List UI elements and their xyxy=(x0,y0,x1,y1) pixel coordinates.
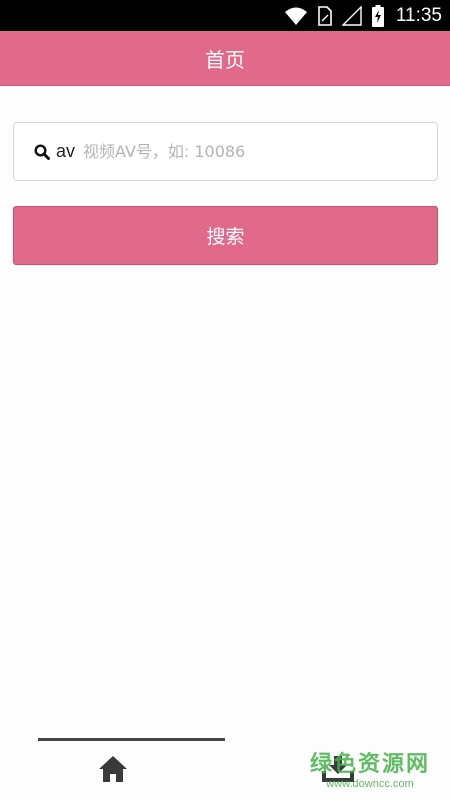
sim-card-icon xyxy=(318,5,332,26)
wifi-icon xyxy=(284,6,308,26)
page-title: 首页 xyxy=(205,47,245,72)
watermark-url: www.downcc.com xyxy=(326,778,414,790)
search-button[interactable]: 搜索 xyxy=(13,206,438,265)
status-bar: 11:35 xyxy=(0,0,450,31)
search-box[interactable]: av xyxy=(13,122,438,181)
app-header: 首页 xyxy=(0,31,450,86)
watermark-title: 绿色资源网 xyxy=(309,752,430,777)
search-input[interactable] xyxy=(83,131,437,172)
search-prefix-label: av xyxy=(56,141,76,161)
signal-icon xyxy=(341,5,362,26)
status-time: 11:35 xyxy=(395,4,442,26)
battery-charging-icon xyxy=(371,4,384,27)
search-icon xyxy=(34,143,50,160)
home-icon xyxy=(98,755,128,787)
watermark: 绿色资源网 www.downcc.com xyxy=(310,746,430,790)
tab-home[interactable] xyxy=(0,741,225,800)
